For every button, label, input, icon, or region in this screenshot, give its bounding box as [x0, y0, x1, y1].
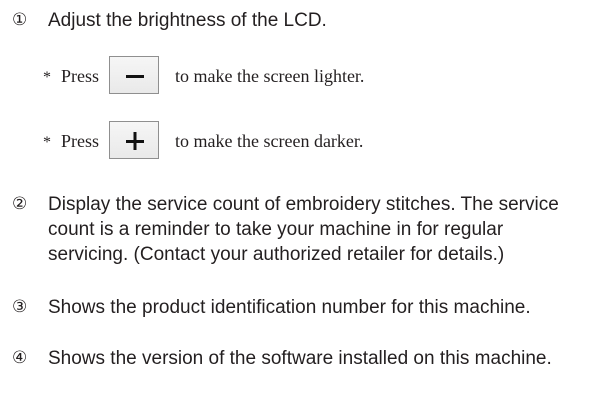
plus-key-button[interactable]: [109, 121, 159, 159]
step-4-marker: ④: [12, 348, 28, 368]
note-darker: * Press to make the screen darker.: [43, 121, 563, 165]
step-4: ④ Shows the version of the software inst…: [12, 346, 572, 371]
step-3-marker: ③: [12, 297, 28, 317]
note-darker-press: Press: [61, 131, 100, 151]
step-1-marker: ①: [12, 10, 28, 30]
note-lighter-text: to make the screen lighter.: [175, 66, 365, 86]
note-lighter-bullet: *: [43, 69, 51, 86]
step-2: ② Display the service count of embroider…: [12, 192, 572, 267]
minus-key-icon: [126, 75, 144, 78]
step-3: ③ Shows the product identification numbe…: [12, 295, 532, 320]
note-lighter: * Press to make the screen lighter.: [43, 56, 563, 100]
step-3-text: Shows the product identification number …: [48, 297, 531, 318]
note-darker-bullet: *: [43, 134, 51, 151]
note-lighter-press: Press: [61, 66, 100, 86]
step-2-text: Display the service count of embroidery …: [48, 194, 559, 265]
note-darker-text: to make the screen darker.: [175, 131, 364, 151]
step-2-marker: ②: [12, 194, 28, 214]
step-4-text: Shows the version of the software instal…: [48, 348, 552, 369]
step-1-text: Adjust the brightness of the LCD.: [48, 10, 327, 31]
plus-key-icon: [126, 132, 144, 150]
step-1: ① Adjust the brightness of the LCD.: [12, 8, 596, 33]
minus-key-button[interactable]: [109, 56, 159, 94]
